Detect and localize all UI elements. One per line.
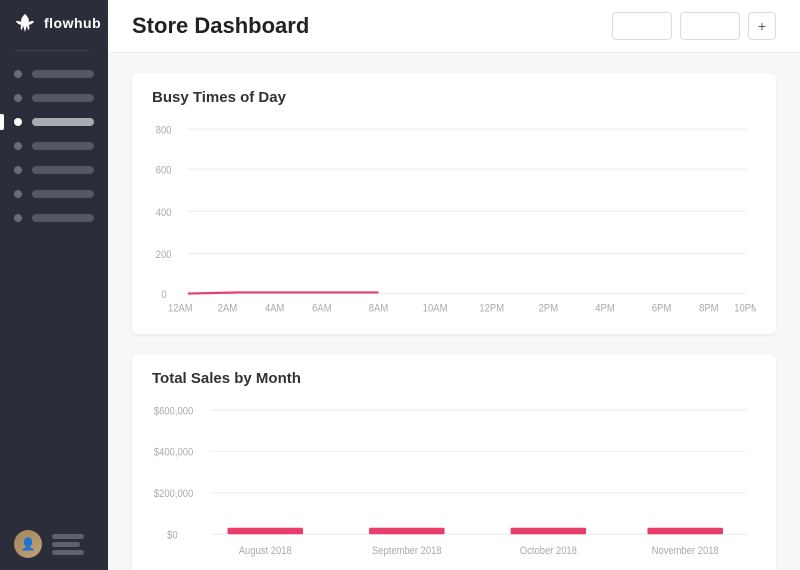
sidebar-dot-6 [14, 190, 22, 198]
svg-text:400: 400 [156, 207, 172, 219]
total-sales-title: Total Sales by Month [152, 370, 756, 387]
svg-text:September 2018: September 2018 [372, 545, 442, 557]
busy-times-title: Busy Times of Day [152, 89, 756, 106]
busy-times-chart: 800 600 400 200 0 12AM 2AM 4 [152, 118, 756, 318]
sidebar-footer: 👤 [0, 518, 108, 570]
flowhub-logo-icon [14, 12, 36, 34]
sidebar: flowhub [0, 0, 108, 570]
total-sales-card: Total Sales by Month $600,000 $400,000 $… [132, 354, 776, 570]
sidebar-line-3 [32, 118, 94, 126]
svg-text:6PM: 6PM [652, 303, 671, 315]
sidebar-dot-3 [14, 118, 22, 126]
sidebar-logo: flowhub [0, 0, 108, 46]
svg-text:$400,000: $400,000 [154, 447, 194, 459]
page-title: Store Dashboard [132, 13, 309, 39]
sidebar-dot-4 [14, 142, 22, 150]
svg-text:2AM: 2AM [218, 303, 237, 315]
sidebar-line-5 [32, 166, 94, 174]
sidebar-item-5[interactable] [0, 159, 108, 181]
header-controls: + [612, 12, 776, 40]
main-content: Store Dashboard + Busy Times of Day 800 … [108, 0, 800, 570]
svg-text:4AM: 4AM [265, 303, 284, 315]
sidebar-dot-5 [14, 166, 22, 174]
svg-text:6AM: 6AM [312, 303, 331, 315]
avatar-image: 👤 [14, 530, 42, 558]
svg-text:12AM: 12AM [168, 303, 193, 315]
svg-text:August 2018: August 2018 [239, 545, 292, 557]
header-filter-btn-2[interactable] [680, 12, 740, 40]
svg-text:10AM: 10AM [423, 303, 448, 315]
sidebar-nav [0, 55, 108, 518]
footer-menu-lines[interactable] [52, 534, 84, 555]
total-sales-svg: $600,000 $400,000 $200,000 $0 [152, 399, 756, 570]
svg-text:4PM: 4PM [595, 303, 614, 315]
sidebar-line-1 [32, 70, 94, 78]
svg-text:12PM: 12PM [479, 303, 504, 315]
sidebar-item-3[interactable] [0, 111, 108, 133]
sidebar-line-4 [32, 142, 94, 150]
svg-text:0: 0 [161, 289, 166, 301]
busy-times-card: Busy Times of Day 800 600 400 200 0 [132, 73, 776, 334]
sidebar-item-2[interactable] [0, 87, 108, 109]
footer-line-2 [52, 542, 80, 547]
svg-text:10PM: 10PM [734, 303, 756, 315]
page-header: Store Dashboard + [108, 0, 800, 53]
footer-line-3 [52, 550, 84, 555]
sidebar-dot-7 [14, 214, 22, 222]
header-add-btn[interactable]: + [748, 12, 776, 40]
sidebar-dot-2 [14, 94, 22, 102]
sidebar-item-4[interactable] [0, 135, 108, 157]
busy-times-svg: 800 600 400 200 0 12AM 2AM 4 [152, 118, 756, 318]
sidebar-line-2 [32, 94, 94, 102]
sidebar-line-7 [32, 214, 94, 222]
svg-text:$200,000: $200,000 [154, 489, 194, 501]
avatar: 👤 [14, 530, 42, 558]
svg-text:2PM: 2PM [539, 303, 558, 315]
svg-text:8AM: 8AM [369, 303, 388, 315]
sidebar-top-divider [14, 50, 90, 51]
app-name: flowhub [44, 15, 101, 31]
svg-text:200: 200 [156, 249, 172, 261]
svg-text:$0: $0 [167, 530, 178, 542]
charts-container: Busy Times of Day 800 600 400 200 0 [108, 53, 800, 570]
svg-text:800: 800 [156, 125, 172, 137]
svg-text:600: 600 [156, 165, 172, 177]
svg-text:8PM: 8PM [699, 303, 718, 315]
total-sales-chart: $600,000 $400,000 $200,000 $0 [152, 399, 756, 570]
svg-text:October 2018: October 2018 [520, 545, 577, 557]
sidebar-dot-1 [14, 70, 22, 78]
svg-text:November 2018: November 2018 [652, 545, 719, 557]
svg-text:$600,000: $600,000 [154, 406, 194, 418]
sidebar-item-7[interactable] [0, 207, 108, 229]
sidebar-item-6[interactable] [0, 183, 108, 205]
sidebar-item-1[interactable] [0, 63, 108, 85]
header-filter-btn-1[interactable] [612, 12, 672, 40]
sidebar-line-6 [32, 190, 94, 198]
footer-line-1 [52, 534, 84, 539]
